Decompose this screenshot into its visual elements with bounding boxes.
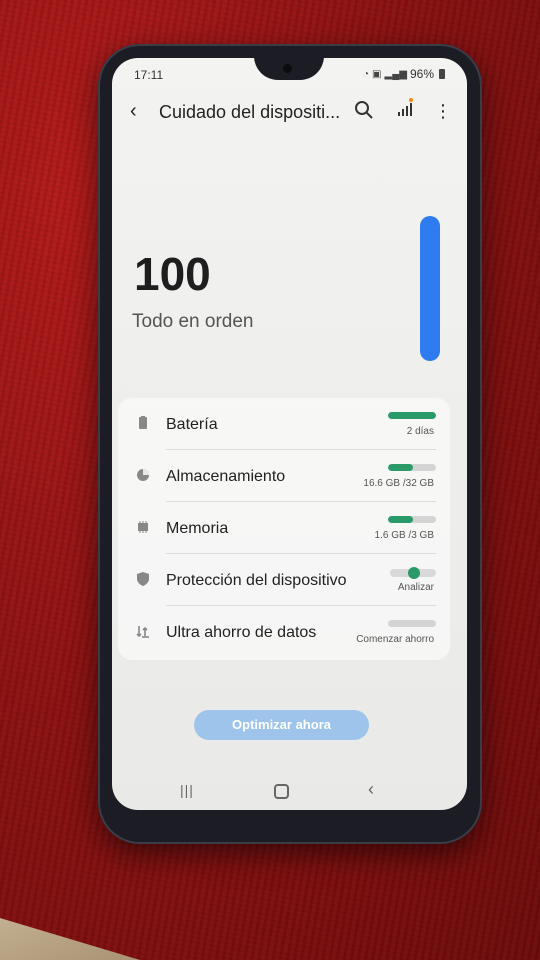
signal-bars-icon: ▂▄▆ [384, 68, 407, 80]
storage-value: 16.6 GB /32 GB [363, 478, 434, 489]
battery-status-icon [439, 69, 445, 79]
data-saver-bar [388, 620, 436, 627]
memory-bar [388, 516, 436, 523]
care-score: 100 [134, 248, 211, 300]
back-arrow-icon[interactable]: ‹ [130, 100, 137, 123]
back-icon[interactable]: ‹ [368, 779, 374, 800]
status-card: Batería 2 días Almacenamiento 16.6 GB /3… [118, 398, 450, 660]
search-icon[interactable] [353, 99, 375, 121]
page-title: Cuidado del dispositi... [159, 102, 341, 122]
protection-label: Protección del dispositivo [166, 572, 347, 589]
battery-percent: 96% [409, 67, 434, 81]
data-saver-value: Comenzar ahorro [356, 634, 434, 645]
data-saver-label: Ultra ahorro de datos [166, 624, 317, 641]
list-item-data-saver[interactable]: Ultra ahorro de datos Comenzar ahorro [118, 606, 450, 658]
memory-value: 1.6 GB /3 GB [374, 530, 434, 541]
navigation-bar: ||| ‹ [112, 778, 467, 808]
battery-label: Batería [166, 416, 218, 433]
stats-signal-icon[interactable] [398, 98, 413, 116]
protection-value: Analizar [397, 582, 434, 593]
list-item-storage[interactable]: Almacenamiento 16.6 GB /32 GB [118, 450, 450, 502]
storage-bar [388, 464, 436, 471]
app-bar: ‹ Cuidado del dispositi... ⋮ [112, 92, 467, 132]
list-item-protection[interactable]: Protección del dispositivo Analizar [118, 554, 450, 606]
status-time: 17:11 [134, 68, 164, 82]
volte-icon: ▣ [372, 68, 382, 80]
wifi-icon: ◔ [363, 68, 370, 80]
battery-icon [139, 416, 147, 429]
phone-screen: 17:11 ◔ ▣ ▂▄▆ 96% ‹ Cuidado del disposit… [112, 58, 467, 810]
care-status: Todo en orden [132, 311, 254, 332]
battery-value: 2 días [406, 426, 434, 437]
list-item-memory[interactable]: Memoria 1.6 GB /3 GB [118, 502, 450, 554]
memory-label: Memoria [166, 520, 229, 537]
battery-bar [388, 412, 436, 419]
status-icons: ◔ ▣ ▂▄▆ 96% [363, 67, 445, 81]
home-icon[interactable] [274, 784, 289, 799]
more-vert-icon[interactable]: ⋮ [434, 102, 452, 120]
protection-toggle-knob [408, 567, 420, 579]
shield-icon [137, 572, 149, 586]
status-bar: 17:11 ◔ ▣ ▂▄▆ 96% [112, 58, 467, 88]
data-saver-icon [136, 626, 149, 638]
score-level-bar [420, 216, 440, 361]
memory-chip-icon [138, 521, 148, 533]
optimize-now-button[interactable]: Optimizar ahora [194, 710, 369, 740]
storage-pie-icon [137, 469, 149, 481]
storage-label: Almacenamiento [166, 468, 286, 485]
recent-apps-icon[interactable]: ||| [180, 782, 194, 798]
list-item-battery[interactable]: Batería 2 días [118, 398, 450, 450]
